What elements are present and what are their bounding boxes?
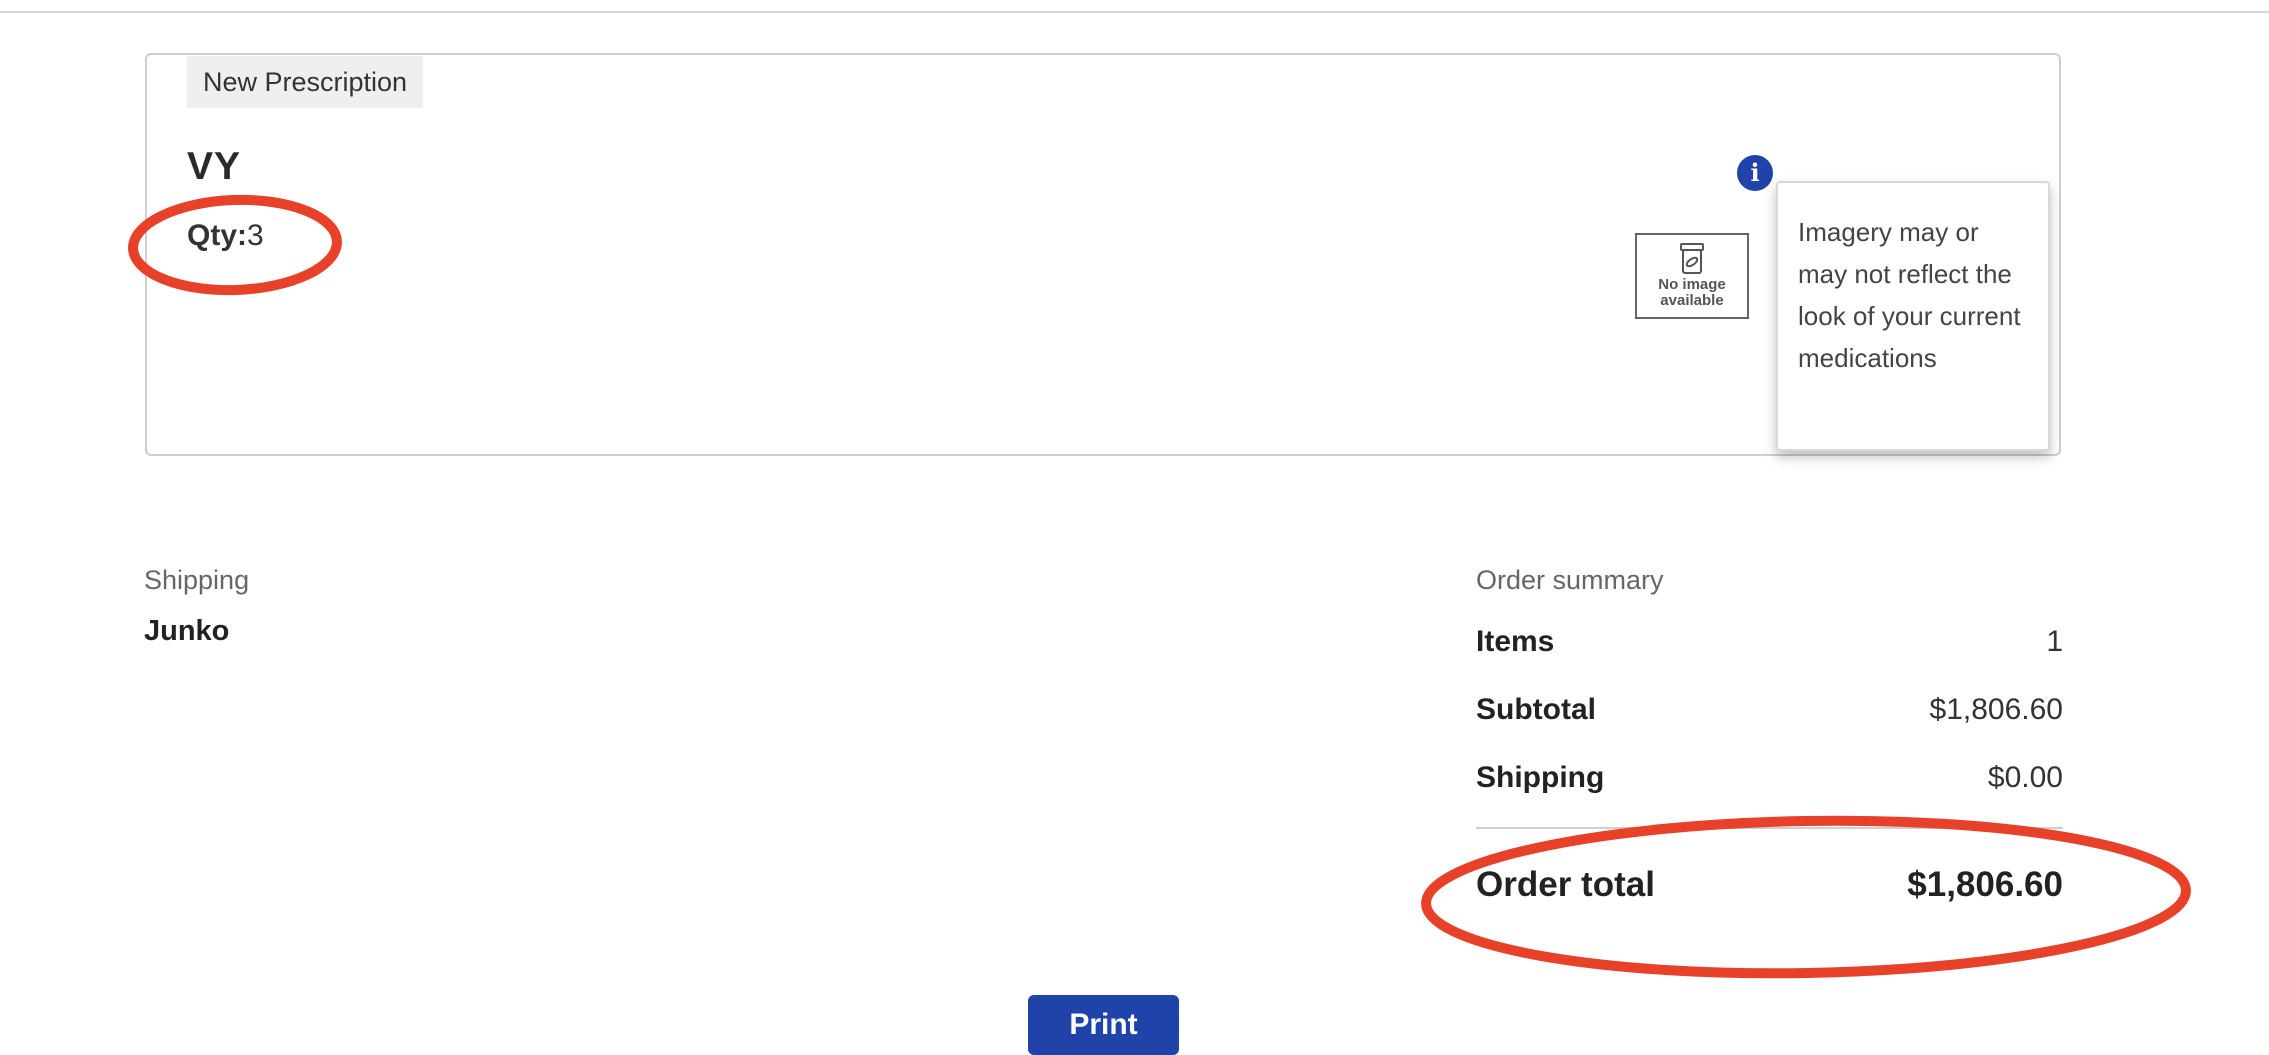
summary-row-value: 1 (2046, 625, 2063, 658)
summary-row-value: $1,806.60 (1929, 693, 2063, 726)
info-icon[interactable]: i (1737, 155, 1773, 191)
quantity-label: Qty: (187, 219, 247, 252)
summary-row-subtotal: Subtotal $1,806.60 (1476, 683, 2063, 751)
no-image-placeholder: No image available (1635, 233, 1749, 319)
print-button[interactable]: Print (1028, 995, 1179, 1055)
quantity-value: 3 (247, 219, 264, 252)
image-disclaimer-tooltip: Imagery may or may not reflect the look … (1776, 181, 2050, 451)
medication-name: VY (187, 145, 242, 188)
shipping-recipient: Junko (144, 615, 230, 647)
summary-row-value: $0.00 (1987, 761, 2063, 794)
order-summary: Order summary Items 1 Subtotal $1,806.60… (1476, 565, 2063, 919)
summary-row-label: Items (1476, 625, 1555, 658)
no-image-icon (1680, 243, 1704, 274)
order-total-value: $1,806.60 (1907, 865, 2063, 904)
summary-row-label: Shipping (1476, 761, 1605, 794)
no-image-text: No image available (1658, 276, 1726, 309)
shipping-label: Shipping (144, 565, 250, 595)
order-summary-title: Order summary (1476, 565, 1664, 595)
summary-row-label: Subtotal (1476, 693, 1596, 726)
summary-row-items: Items 1 (1476, 615, 2063, 683)
quantity: Qty:3 (187, 219, 264, 253)
header-divider (0, 11, 2269, 13)
order-total-row: Order total $1,806.60 (1476, 829, 2063, 919)
order-total-label: Order total (1476, 865, 1655, 904)
summary-row-shipping: Shipping $0.00 (1476, 751, 2063, 819)
prescription-card: New Prescription VY Qty:3 No image avail… (145, 53, 2061, 456)
new-prescription-badge: New Prescription (187, 56, 424, 108)
